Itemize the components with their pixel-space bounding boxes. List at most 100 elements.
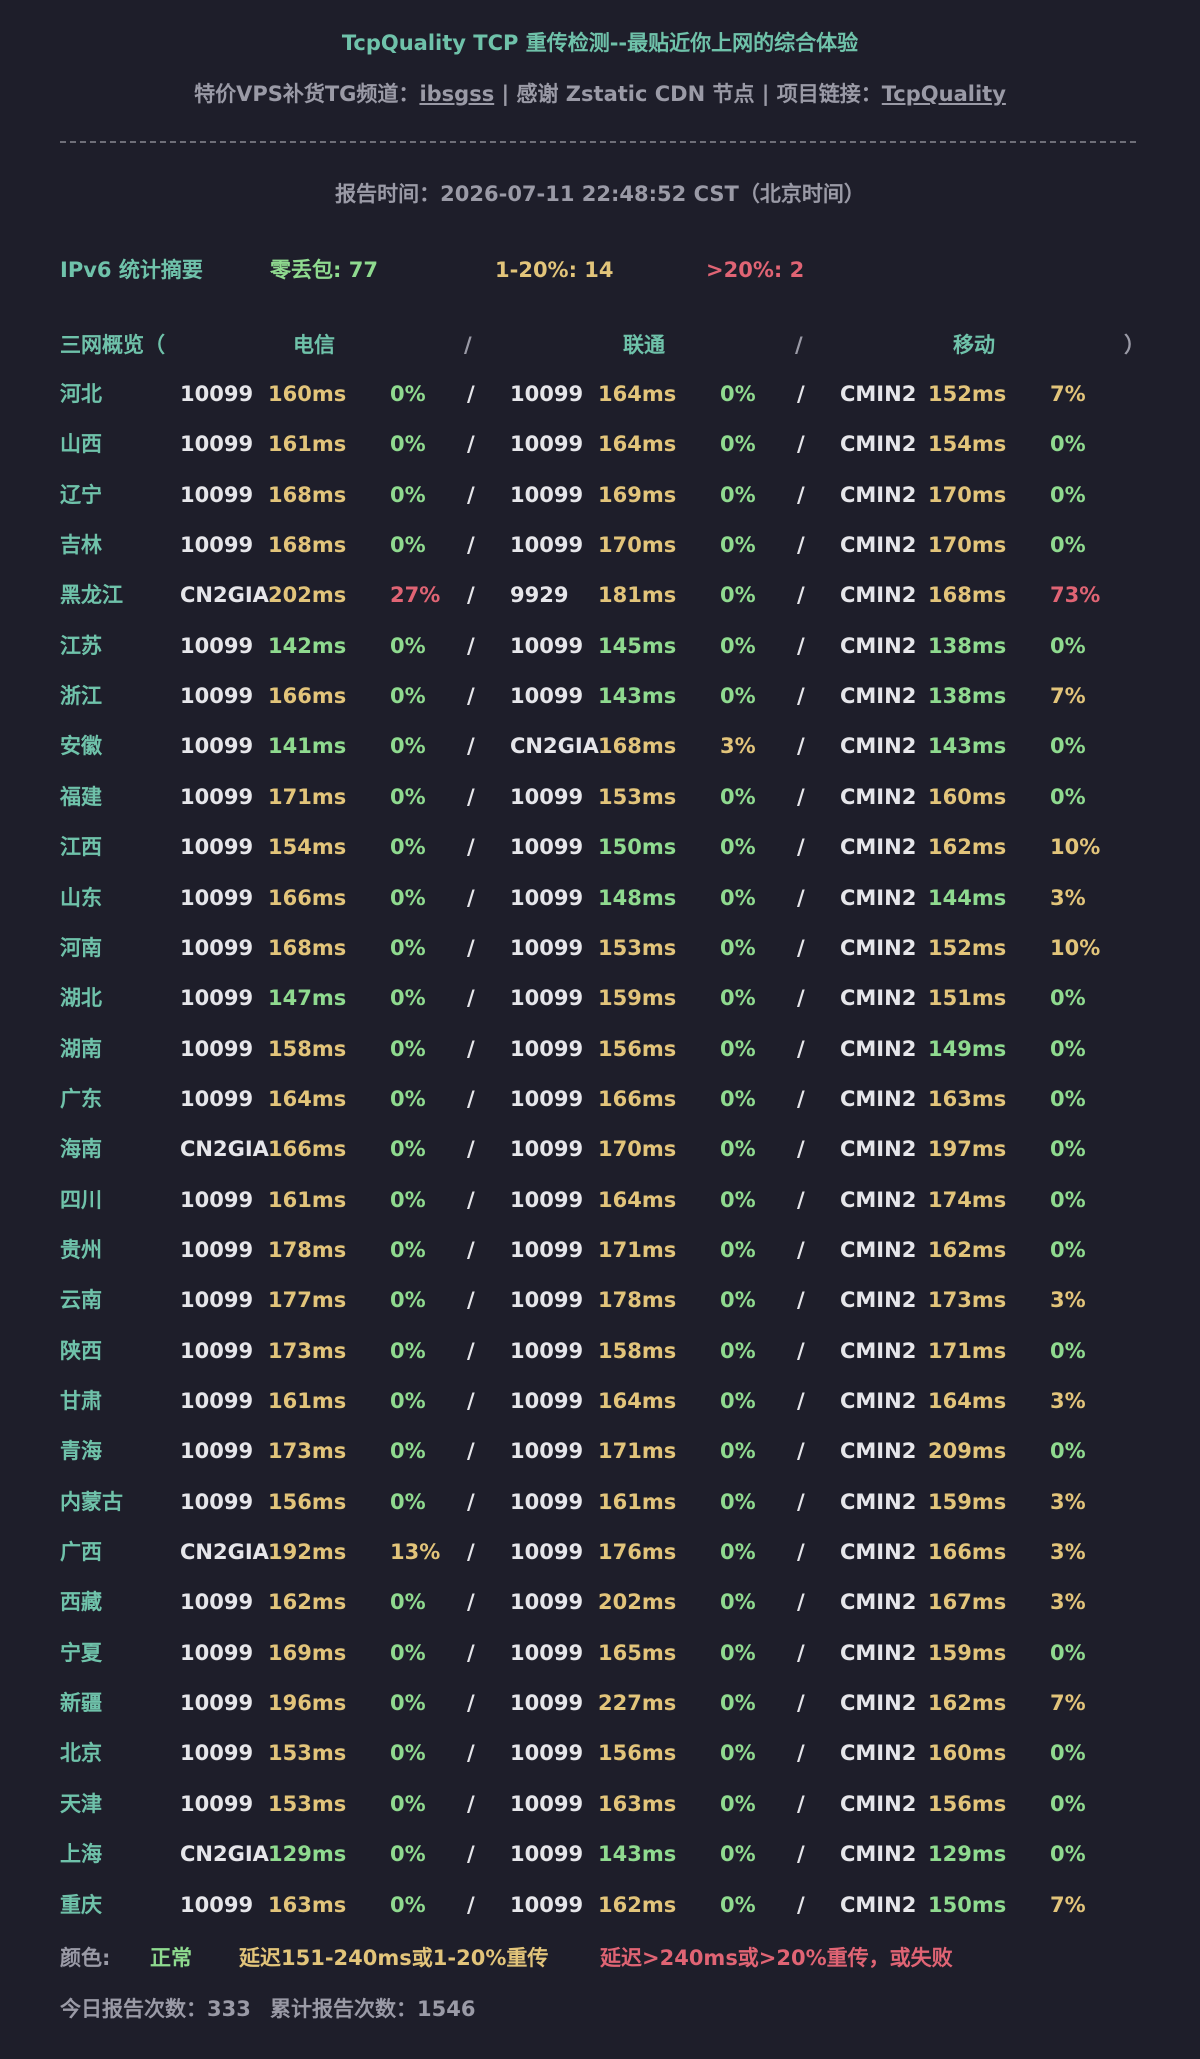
telecom-latency: 156ms: [268, 1490, 347, 1514]
tg-channel-link[interactable]: ibsgss: [419, 82, 494, 106]
mobile-route: CMIN2: [840, 986, 917, 1010]
mobile-latency: 160ms: [928, 1741, 1007, 1765]
telecom-route: 10099: [180, 634, 254, 658]
unicom-route: 10099: [510, 1238, 584, 1262]
unicom-latency: 148ms: [598, 886, 677, 910]
divider: [60, 141, 1136, 143]
telecom-loss: 0%: [390, 1389, 426, 1413]
mobile-loss: 0%: [1050, 1238, 1086, 1262]
telecom-route: 10099: [180, 1238, 254, 1262]
mobile-loss: 3%: [1050, 1590, 1086, 1614]
unicom-loss: 0%: [720, 1188, 756, 1212]
unicom-route: 10099: [510, 1842, 584, 1866]
table-row: 江苏 10099 142ms 0% 10099 145ms 0% CMIN2 138ms 0% / /: [0, 633, 1200, 659]
mobile-latency: 152ms: [928, 936, 1007, 960]
unicom-loss: 0%: [720, 1389, 756, 1413]
row-separator: /: [467, 1590, 475, 1614]
unicom-latency: 164ms: [598, 1188, 677, 1212]
mobile-loss: 0%: [1050, 432, 1086, 456]
province-name: 辽宁: [60, 483, 102, 507]
province-name: 福建: [60, 785, 102, 809]
mobile-latency: 144ms: [928, 886, 1007, 910]
unicom-loss: 0%: [720, 1339, 756, 1363]
table-row: 内蒙古 10099 156ms 0% 10099 161ms 0% CMIN2 159ms 3% /…: [0, 1489, 1200, 1515]
province-name: 江西: [60, 835, 102, 859]
row-separator: /: [467, 1137, 475, 1161]
province-name: 黑龙江: [60, 583, 123, 607]
unicom-loss: 0%: [720, 1540, 756, 1564]
unicom-loss: 0%: [720, 1741, 756, 1765]
mobile-route: CMIN2: [840, 1087, 917, 1111]
province-name: 宁夏: [60, 1641, 102, 1665]
unicom-route: 10099: [510, 1087, 584, 1111]
row-separator: /: [797, 1691, 805, 1715]
mobile-latency: 159ms: [928, 1490, 1007, 1514]
unicom-route: 10099: [510, 1288, 584, 1312]
mobile-loss: 0%: [1050, 1439, 1086, 1463]
unicom-loss: 0%: [720, 1439, 756, 1463]
unicom-route: 10099: [510, 634, 584, 658]
summary-label: IPv6 统计摘要: [60, 258, 203, 282]
row-separator: /: [467, 583, 475, 607]
telecom-route: 10099: [180, 1037, 254, 1061]
unicom-latency: 176ms: [598, 1540, 677, 1564]
row-separator: /: [797, 785, 805, 809]
mobile-loss: 3%: [1050, 1288, 1086, 1312]
unicom-latency: 161ms: [598, 1490, 677, 1514]
telecom-route: 10099: [180, 1792, 254, 1816]
mobile-latency: 149ms: [928, 1037, 1007, 1061]
unicom-latency: 166ms: [598, 1087, 677, 1111]
row-separator: /: [797, 936, 805, 960]
telecom-loss: 0%: [390, 1137, 426, 1161]
telecom-header: 电信: [293, 333, 335, 357]
today-count: 今日报告次数：333: [60, 1997, 251, 2021]
mobile-route: CMIN2: [840, 1590, 917, 1614]
unicom-route: 10099: [510, 1339, 584, 1363]
row-separator: /: [467, 382, 475, 406]
telecom-loss: 0%: [390, 634, 426, 658]
unicom-route: 10099: [510, 986, 584, 1010]
telecom-latency: 154ms: [268, 835, 347, 859]
unicom-latency: 143ms: [598, 1842, 677, 1866]
province-name: 山东: [60, 886, 102, 910]
row-separator: /: [797, 1641, 805, 1665]
unicom-latency: 178ms: [598, 1288, 677, 1312]
project-link[interactable]: TcpQuality: [882, 82, 1006, 106]
telecom-latency: 158ms: [268, 1037, 347, 1061]
row-separator: /: [797, 382, 805, 406]
telecom-route: 10099: [180, 734, 254, 758]
mobile-latency: 160ms: [928, 785, 1007, 809]
mobile-route: CMIN2: [840, 634, 917, 658]
unicom-loss: 0%: [720, 382, 756, 406]
mobile-route: CMIN2: [840, 583, 917, 607]
telecom-route: 10099: [180, 382, 254, 406]
province-name: 广东: [60, 1087, 102, 1111]
telecom-latency: 171ms: [268, 785, 347, 809]
unicom-latency: 227ms: [598, 1691, 677, 1715]
telecom-loss: 0%: [390, 1842, 426, 1866]
row-separator: /: [797, 583, 805, 607]
row-separator: /: [467, 1439, 475, 1463]
province-name: 湖北: [60, 986, 102, 1010]
unicom-route: 10099: [510, 835, 584, 859]
page-title: TcpQuality TCP 重传检测--最贴近你上网的综合体验: [341, 31, 859, 55]
mobile-latency: 171ms: [928, 1339, 1007, 1363]
row-separator: /: [797, 1590, 805, 1614]
telecom-latency: 168ms: [268, 533, 347, 557]
mobile-latency: 129ms: [928, 1842, 1007, 1866]
row-separator: /: [467, 1037, 475, 1061]
telecom-latency: 168ms: [268, 936, 347, 960]
unicom-loss: 0%: [720, 886, 756, 910]
mobile-route: CMIN2: [840, 1792, 917, 1816]
province-name: 贵州: [60, 1238, 102, 1262]
mobile-latency: 166ms: [928, 1540, 1007, 1564]
unicom-latency: 156ms: [598, 1037, 677, 1061]
telecom-latency: 153ms: [268, 1792, 347, 1816]
row-separator: /: [797, 1137, 805, 1161]
telecom-latency: 161ms: [268, 1188, 347, 1212]
mobile-loss: 0%: [1050, 1037, 1086, 1061]
telecom-loss: 0%: [390, 1037, 426, 1061]
mobile-loss: 0%: [1050, 533, 1086, 557]
mobile-route: CMIN2: [840, 886, 917, 910]
unicom-loss: 0%: [720, 1288, 756, 1312]
